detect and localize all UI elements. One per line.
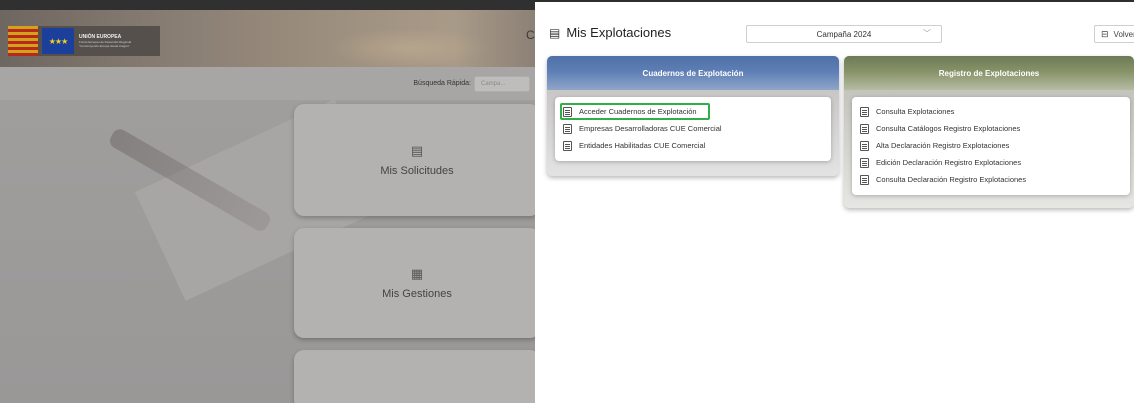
menu-item-consulta-declaracion[interactable]: Consulta Declaración Registro Explotacio… <box>860 171 1130 188</box>
document-icon <box>860 140 869 151</box>
menu-item-acceder-cuadernos[interactable]: Acceder Cuadernos de Explotación <box>560 103 710 120</box>
menu-item-label: Consulta Catálogos Registro Explotacione… <box>876 124 1021 133</box>
menu-item-label: Edición Declaración Registro Explotacion… <box>876 158 1022 167</box>
document-icon <box>860 106 869 117</box>
menu-item-label: Empresas Desarrolladoras CUE Comercial <box>579 124 722 133</box>
modal-title: Mis Explotaciones <box>566 25 672 40</box>
campaign-value: Campaña 2024 <box>816 29 872 39</box>
quick-search-bar: Búsqueda Rápida: Campa... <box>0 67 535 100</box>
document-icon <box>860 123 869 134</box>
document-icon <box>860 157 869 168</box>
background-page: ★★★ UNIÓN EUROPEA Fondo Europeo de Desar… <box>0 0 535 403</box>
menu-item-label: Entidades Habilitadas CUE Comercial <box>579 141 706 150</box>
quick-search-label: Búsqueda Rápida: <box>413 80 471 87</box>
modal-top-border <box>535 0 1134 10</box>
list-doc-icon: ▤ <box>549 25 561 40</box>
menu-item-alta-declaracion[interactable]: Alta Declaración Registro Explotaciones <box>860 137 1130 154</box>
chevron-down-icon: ﹀ <box>923 29 931 38</box>
card-label: Mis Gestiones <box>382 288 452 300</box>
card-label: Mis Solicitudes <box>380 165 454 177</box>
eu-logo: ★★★ UNIÓN EUROPEA Fondo Europeo de Desar… <box>8 26 160 56</box>
quick-search-select[interactable]: Campa... <box>474 76 530 92</box>
quick-search-value: Campa... <box>481 81 506 87</box>
menu-item-empresas-desarrolladoras[interactable]: Empresas Desarrolladoras CUE Comercial <box>563 120 831 137</box>
modal-title-wrap: ▤ Mis Explotaciones <box>549 25 671 40</box>
card-partial[interactable] <box>294 350 535 403</box>
registro-menu: Consulta Explotaciones Consulta Catálogo… <box>852 97 1130 195</box>
menu-item-label: Alta Declaración Registro Explotaciones <box>876 141 1010 150</box>
menu-item-consulta-catalogos[interactable]: Consulta Catálogos Registro Explotacione… <box>860 120 1130 137</box>
section-title: Registro de Explotaciones <box>938 68 1040 78</box>
card-mis-solicitudes[interactable]: ▤ Mis Solicitudes <box>294 104 535 216</box>
back-label: Volver <box>1113 29 1134 39</box>
campaign-select[interactable]: Campaña 2024 ﹀ <box>746 25 942 43</box>
cuadernos-menu: Acceder Cuadernos de Explotación Empresa… <box>555 97 831 161</box>
card-mis-gestiones[interactable]: ▦ Mis Gestiones <box>294 228 535 338</box>
section-header: Cuadernos de Explotación <box>547 56 839 90</box>
document-icon <box>563 106 572 117</box>
doc-badge-icon: ▦ <box>410 266 424 281</box>
header-decoration <box>330 28 490 68</box>
document-icon <box>860 174 869 185</box>
list-doc-icon: ▤ <box>410 143 424 158</box>
eu-flag-icon: ★★★ <box>42 28 74 54</box>
menu-item-edicion-declaracion[interactable]: Edición Declaración Registro Explotacion… <box>860 154 1130 171</box>
menu-item-label: Consulta Declaración Registro Explotacio… <box>876 175 1027 184</box>
menu-item-label: Acceder Cuadernos de Explotación <box>579 107 697 116</box>
section-title: Cuadernos de Explotación <box>642 68 744 78</box>
document-icon <box>563 140 572 151</box>
eu-text: UNIÓN EUROPEA Fondo Europeo de Desarroll… <box>79 34 131 48</box>
top-stripe <box>0 0 535 10</box>
back-button[interactable]: ⊟ Volver <box>1094 25 1134 43</box>
back-icon: ⊟ <box>1101 28 1109 39</box>
section-header: Registro de Explotaciones <box>844 56 1134 90</box>
menu-item-label: Consulta Explotaciones <box>876 107 955 116</box>
menu-item-consulta-explotaciones[interactable]: Consulta Explotaciones <box>860 103 1130 120</box>
aragon-flag-icon <box>8 26 38 56</box>
header-edge-text: C <box>526 28 535 42</box>
menu-item-entidades-habilitadas[interactable]: Entidades Habilitadas CUE Comercial <box>563 137 831 154</box>
eu-subtitle-2: "Construyendo Europa desde Aragón" <box>79 44 130 48</box>
mis-explotaciones-modal: ▤ Mis Explotaciones Campaña 2024 ﹀ ⊟ Vol… <box>535 0 1134 403</box>
document-icon <box>563 123 572 134</box>
